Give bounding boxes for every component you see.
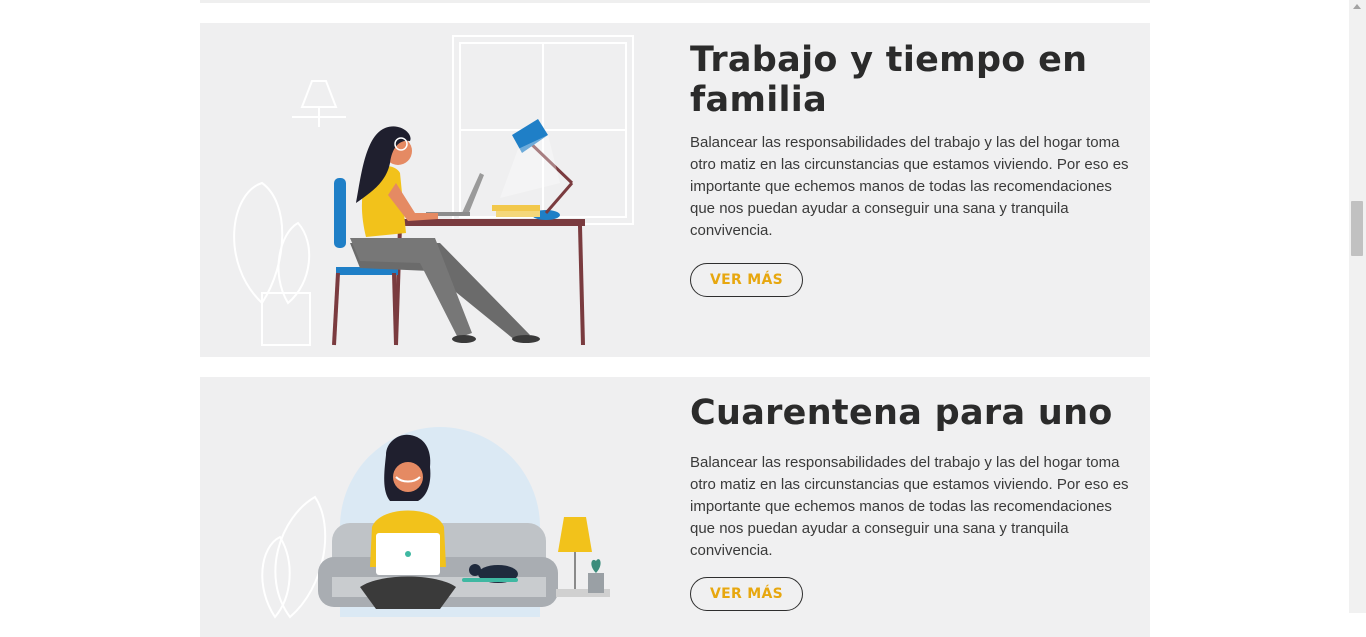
card-title: Cuarentena para uno [690,393,1113,433]
previous-card-edge [200,0,1150,3]
card-description: Balancear las responsabilidades del trab… [690,454,1129,559]
quarantine-illustration [200,377,660,637]
card-text: Cuarentena para uno Balancear las respon… [690,377,1130,611]
article-card-quarantine-solo: Cuarentena para uno Balancear las respon… [200,377,1150,637]
scroll-up-arrow-icon[interactable] [1353,4,1361,9]
card-description: Balancear las responsabilidades del trab… [690,134,1129,239]
ver-mas-button[interactable]: VER MÁS [690,263,803,297]
card-title: Trabajo y tiempo en familia [690,40,1088,120]
work-family-illustration [200,23,660,357]
vertical-scrollbar[interactable] [1349,0,1366,613]
card-text: Trabajo y tiempo en familia Balancear la… [690,23,1130,297]
ver-mas-button[interactable]: VER MÁS [690,577,803,611]
article-card-work-family: Trabajo y tiempo en familia Balancear la… [200,23,1150,357]
scroll-thumb[interactable] [1351,201,1363,256]
